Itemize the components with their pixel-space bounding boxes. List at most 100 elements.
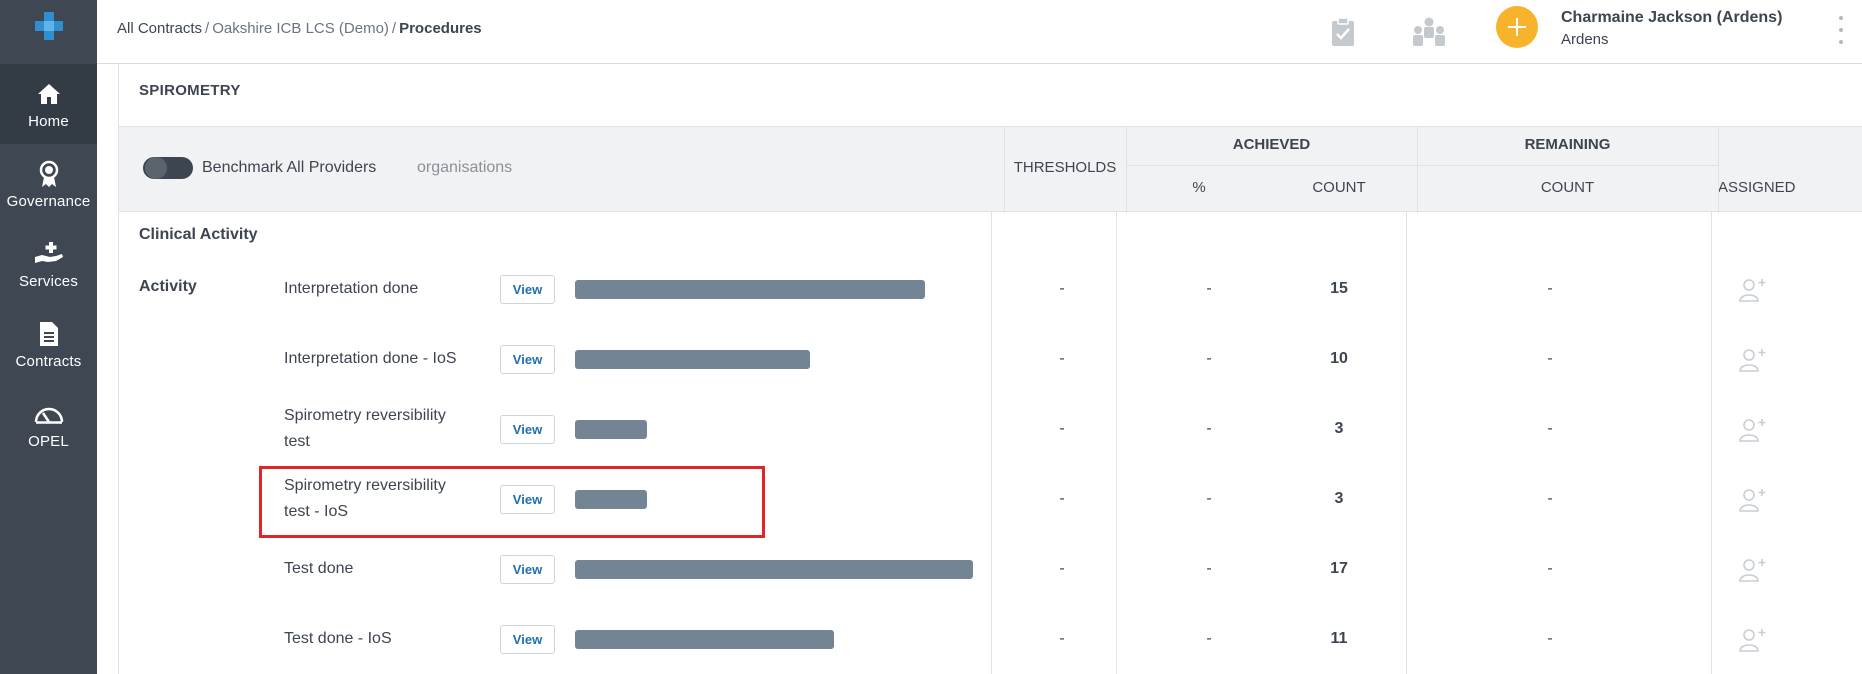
add-button[interactable]	[1496, 6, 1538, 48]
table-header: Benchmark All Providers organisations TH…	[119, 126, 1862, 213]
column-divider	[1711, 212, 1712, 674]
nav-services-label: Services	[18, 272, 79, 290]
section-title: SPIROMETRY	[139, 82, 241, 99]
assign-user-icon[interactable]	[1738, 347, 1768, 373]
more-options-icon[interactable]	[1835, 12, 1847, 48]
remaining-count-value: -	[1547, 350, 1553, 367]
view-button[interactable]: View	[500, 345, 555, 374]
benchmark-toggle[interactable]	[143, 157, 193, 179]
row-label: Test done	[284, 560, 354, 577]
app-logo[interactable]	[0, 0, 97, 64]
nav-home[interactable]: Home	[0, 64, 97, 144]
remaining-count-value: -	[1547, 630, 1553, 647]
activity-bar	[575, 350, 810, 369]
header-subdivider	[1126, 165, 1718, 166]
header-divider	[1417, 127, 1418, 213]
top-bar: All Contracts / Oakshire ICB LCS (Demo) / Pr…	[97, 0, 1862, 64]
achieved-count-header: COUNT	[1312, 179, 1366, 196]
activity-bar	[575, 560, 973, 579]
column-divider	[991, 212, 992, 674]
remaining-count-value: -	[1547, 280, 1553, 297]
achieved-pct-value: -	[1206, 350, 1212, 367]
activity-label: Activity	[139, 278, 197, 295]
plus-icon	[1508, 18, 1526, 36]
organisations-link[interactable]: organisations	[417, 159, 512, 177]
column-divider	[1406, 212, 1407, 674]
benchmark-label: Benchmark All Providers	[202, 159, 377, 176]
achieved-pct-value: -	[1206, 280, 1212, 297]
breadcrumb-all-contracts[interactable]: All Contracts	[117, 20, 202, 37]
threshold-value: -	[1059, 350, 1065, 367]
remaining-count-value: -	[1547, 560, 1553, 577]
highlight-box	[259, 466, 765, 538]
achieved-pct-value: -	[1206, 490, 1212, 507]
group-title: Clinical Activity	[139, 226, 258, 243]
threshold-value: -	[1059, 420, 1065, 437]
breadcrumb-separator: /	[391, 20, 397, 37]
breadcrumb-contract[interactable]: Oakshire ICB LCS (Demo)	[212, 20, 389, 37]
award-ribbon-icon	[38, 159, 60, 189]
gauge-icon	[33, 399, 65, 429]
clipboard-check-icon[interactable]	[1321, 10, 1365, 54]
row-label: Interpretation done	[284, 280, 419, 297]
nav-governance[interactable]: Governance	[0, 144, 97, 224]
nav-contracts[interactable]: Contracts	[0, 304, 97, 384]
achieved-count-value: 3	[1334, 420, 1344, 437]
nav-opel[interactable]: OPEL	[0, 384, 97, 464]
row-label: Spirometry reversibility test	[284, 407, 446, 450]
user-organisation: Ardens	[1561, 31, 1609, 48]
team-icon[interactable]	[1407, 10, 1451, 54]
activity-bar	[575, 420, 647, 439]
threshold-value: -	[1059, 630, 1065, 647]
assign-user-icon[interactable]	[1738, 557, 1768, 583]
breadcrumb-current: Procedures	[399, 20, 482, 37]
remaining-count-value: -	[1547, 490, 1553, 507]
threshold-value: -	[1059, 560, 1065, 577]
header-divider	[1718, 127, 1719, 213]
view-button[interactable]: View	[500, 275, 555, 304]
nav-governance-label: Governance	[6, 192, 91, 210]
threshold-value: -	[1059, 280, 1065, 297]
nav-contracts-label: Contracts	[15, 352, 82, 370]
view-button[interactable]: View	[500, 555, 555, 584]
assign-user-icon[interactable]	[1738, 277, 1768, 303]
threshold-value: -	[1059, 490, 1065, 507]
achieved-count-value: 15	[1330, 280, 1348, 297]
achieved-count-value: 3	[1334, 490, 1344, 507]
assign-user-icon[interactable]	[1738, 417, 1768, 443]
sidebar: Home Governance Services Contracts OPEL	[0, 0, 97, 674]
remaining-count-value: -	[1547, 420, 1553, 437]
nav-opel-label: OPEL	[28, 432, 69, 450]
row-label: Interpretation done - IoS	[284, 350, 457, 367]
nav-services[interactable]: Services	[0, 224, 97, 304]
achieved-pct-header: %	[1192, 179, 1206, 196]
user-menu[interactable]: Charmaine Jackson (Ardens) Ardens	[1561, 9, 1782, 48]
remaining-header: REMAINING	[1524, 136, 1611, 153]
nav-home-label: Home	[28, 112, 69, 130]
assign-user-icon[interactable]	[1738, 487, 1768, 513]
header-divider	[1126, 127, 1127, 213]
user-name: Charmaine Jackson (Ardens)	[1561, 9, 1783, 26]
activity-bar	[575, 630, 834, 649]
activity-bar	[575, 280, 925, 299]
achieved-pct-value: -	[1206, 560, 1212, 577]
achieved-count-value: 11	[1330, 630, 1348, 647]
procedures-panel: SPIROMETRY Benchmark All Providers organ…	[118, 64, 1862, 674]
achieved-header: ACHIEVED	[1232, 136, 1311, 153]
plus-cross-logo-icon	[34, 12, 63, 40]
remaining-count-header: COUNT	[1540, 179, 1595, 196]
achieved-pct-value: -	[1206, 630, 1212, 647]
header-divider	[1004, 127, 1005, 213]
breadcrumb: All Contracts / Oakshire ICB LCS (Demo) / Pr…	[117, 20, 482, 37]
document-icon	[39, 319, 59, 349]
toggle-knob	[145, 157, 167, 179]
thresholds-header: THRESHOLDS	[1013, 159, 1117, 176]
column-divider	[1116, 212, 1117, 674]
view-button[interactable]: View	[500, 625, 555, 654]
home-icon	[37, 79, 61, 109]
achieved-count-value: 17	[1330, 560, 1348, 577]
assign-user-icon[interactable]	[1738, 627, 1768, 653]
view-button[interactable]: View	[500, 415, 555, 444]
assigned-header: ASSIGNED	[1718, 179, 1796, 196]
row-label: Test done - IoS	[284, 630, 392, 647]
